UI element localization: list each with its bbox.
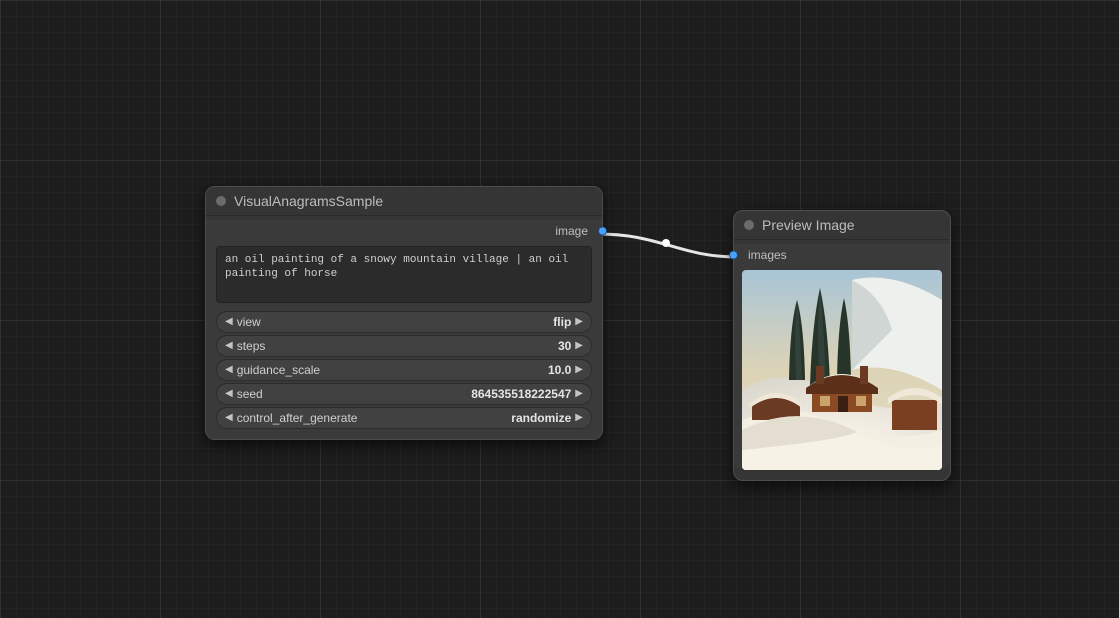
arrow-right-icon[interactable]: ▶ bbox=[573, 412, 585, 423]
widget-guidance-scale[interactable]: ◀ guidance_scale 10.0 ▶ bbox=[216, 359, 592, 381]
input-port-dot[interactable] bbox=[729, 251, 738, 260]
widget-guidance-scale-label: guidance_scale bbox=[237, 363, 320, 377]
input-slot-label: images bbox=[748, 248, 787, 262]
widget-steps[interactable]: ◀ steps 30 ▶ bbox=[216, 335, 592, 357]
collapse-toggle-dot[interactable] bbox=[744, 220, 754, 230]
node-title-bar[interactable]: VisualAnagramsSample bbox=[206, 187, 602, 216]
widget-seed-label: seed bbox=[237, 387, 263, 401]
arrow-left-icon[interactable]: ◀ bbox=[223, 364, 235, 375]
node-title-text: VisualAnagramsSample bbox=[234, 193, 383, 209]
widget-steps-value: 30 bbox=[558, 339, 571, 353]
widget-guidance-scale-value: 10.0 bbox=[548, 363, 571, 377]
arrow-left-icon[interactable]: ◀ bbox=[223, 412, 235, 423]
widget-view-label: view bbox=[237, 315, 261, 329]
widget-control-after-generate-label: control_after_generate bbox=[237, 411, 358, 425]
widget-control-after-generate-value: randomize bbox=[511, 411, 571, 425]
prompt-textarea[interactable]: an oil painting of a snowy mountain vill… bbox=[216, 246, 592, 303]
widget-seed[interactable]: ◀ seed 864535518222547 ▶ bbox=[216, 383, 592, 405]
arrow-left-icon[interactable]: ◀ bbox=[223, 316, 235, 327]
input-slot-images[interactable]: images bbox=[734, 244, 950, 266]
node-preview-image[interactable]: Preview Image images bbox=[733, 210, 951, 481]
collapse-toggle-dot[interactable] bbox=[216, 196, 226, 206]
preview-image-output[interactable] bbox=[742, 270, 942, 470]
widget-control-after-generate[interactable]: ◀ control_after_generate randomize ▶ bbox=[216, 407, 592, 429]
output-slot-label: image bbox=[555, 224, 588, 238]
node-title-text: Preview Image bbox=[762, 217, 855, 233]
output-slot-image[interactable]: image bbox=[206, 220, 602, 242]
arrow-right-icon[interactable]: ▶ bbox=[573, 316, 585, 327]
widget-view-value: flip bbox=[553, 315, 571, 329]
arrow-left-icon[interactable]: ◀ bbox=[223, 340, 235, 351]
widget-seed-value: 864535518222547 bbox=[471, 387, 571, 401]
node-visual-anagrams-sample[interactable]: VisualAnagramsSample image an oil painti… bbox=[205, 186, 603, 440]
arrow-right-icon[interactable]: ▶ bbox=[573, 340, 585, 351]
output-port-dot[interactable] bbox=[598, 227, 607, 236]
arrow-right-icon[interactable]: ▶ bbox=[573, 364, 585, 375]
node-title-bar[interactable]: Preview Image bbox=[734, 211, 950, 240]
widget-view[interactable]: ◀ view flip ▶ bbox=[216, 311, 592, 333]
widget-steps-label: steps bbox=[237, 339, 266, 353]
arrow-left-icon[interactable]: ◀ bbox=[223, 388, 235, 399]
arrow-right-icon[interactable]: ▶ bbox=[573, 388, 585, 399]
